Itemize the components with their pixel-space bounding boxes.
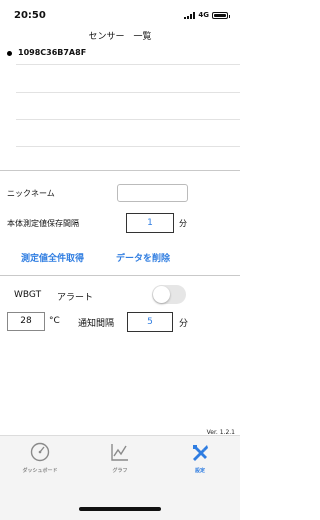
chart-icon bbox=[111, 444, 128, 461]
threshold-unit: °C bbox=[49, 316, 60, 326]
interval-unit: 分 bbox=[179, 219, 187, 228]
list-separator bbox=[16, 119, 240, 120]
section-divider bbox=[0, 275, 240, 276]
alert-label: アラート bbox=[57, 293, 94, 303]
list-separator bbox=[16, 146, 240, 147]
fetch-all-button[interactable]: 測定値全件取得 bbox=[21, 251, 84, 264]
alert-toggle[interactable] bbox=[152, 285, 186, 304]
status-indicators: 4G bbox=[184, 11, 230, 19]
battery-icon bbox=[212, 11, 230, 19]
delete-data-button[interactable]: データを削除 bbox=[116, 251, 170, 264]
tools-icon bbox=[193, 445, 208, 461]
toggle-knob bbox=[153, 286, 170, 303]
interval-field[interactable]: 1 bbox=[126, 213, 174, 233]
section-divider bbox=[0, 170, 240, 171]
notify-interval-label: 通知間隔 bbox=[78, 319, 115, 329]
sensor-list-item[interactable]: 1098C36B7A8F bbox=[18, 48, 86, 57]
tab-settings[interactable]: 設定 bbox=[170, 442, 230, 474]
signal-icon bbox=[184, 11, 196, 19]
tab-label: ダッシュボード bbox=[22, 468, 58, 474]
nickname-label: ニックネーム bbox=[7, 189, 55, 198]
list-separator bbox=[16, 92, 240, 93]
notify-interval-field[interactable]: 5 bbox=[127, 312, 173, 332]
tab-label: 設定 bbox=[194, 468, 205, 474]
network-label: 4G bbox=[198, 11, 209, 19]
list-separator bbox=[16, 64, 240, 65]
notify-interval-unit: 分 bbox=[179, 319, 189, 329]
threshold-field[interactable]: 28 bbox=[7, 312, 45, 331]
tab-dashboard[interactable]: ダッシュボード bbox=[10, 442, 70, 474]
nickname-field[interactable] bbox=[117, 184, 188, 202]
tab-graph[interactable]: グラフ bbox=[90, 442, 150, 474]
home-indicator bbox=[79, 507, 161, 511]
sensor-list bbox=[0, 40, 240, 170]
wbgt-label: WBGT bbox=[14, 290, 42, 300]
status-time: 20:50 bbox=[14, 10, 46, 21]
interval-label: 本体測定値保存間隔 bbox=[7, 219, 79, 228]
selected-indicator-icon bbox=[7, 51, 12, 56]
gauge-icon bbox=[30, 442, 50, 462]
tab-label: グラフ bbox=[112, 468, 128, 474]
